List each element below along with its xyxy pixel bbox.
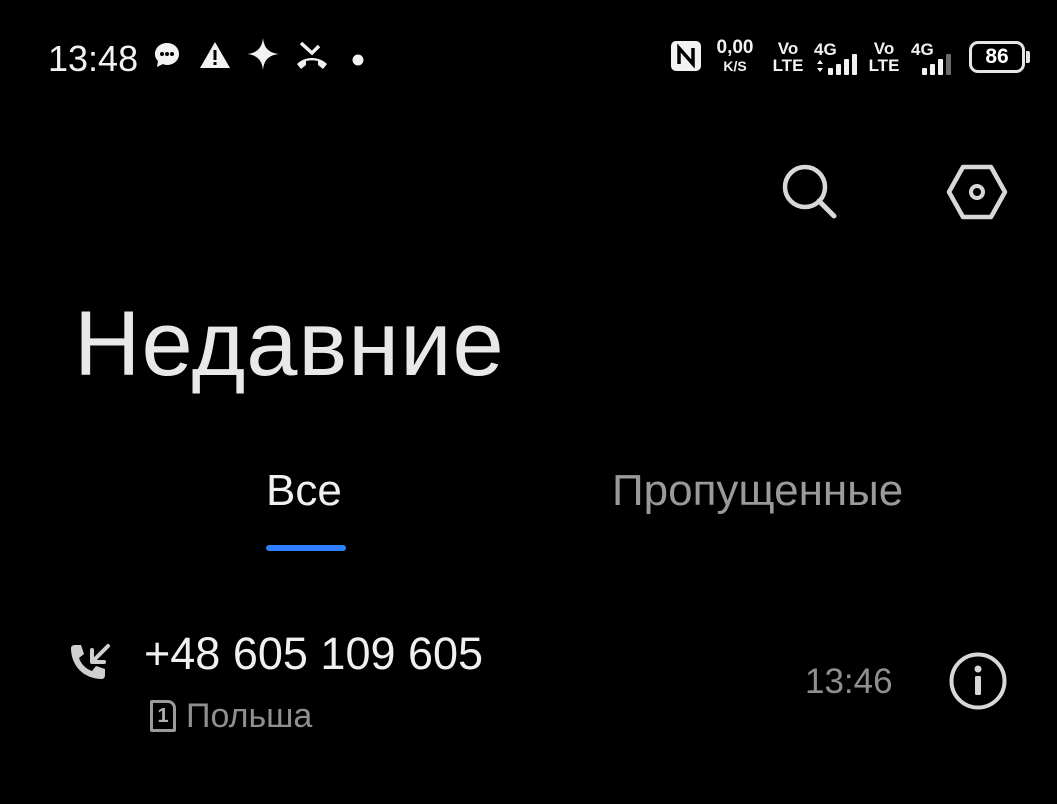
tab-active-indicator xyxy=(266,545,346,551)
status-clock: 13:48 xyxy=(48,38,139,79)
volte-indicator-1: Vo LTE xyxy=(772,40,804,74)
dot-icon xyxy=(352,53,364,71)
warning-icon xyxy=(199,40,231,75)
battery-icon: 86 xyxy=(969,41,1025,73)
info-icon[interactable] xyxy=(948,651,1008,716)
incoming-call-icon xyxy=(66,642,114,693)
nfc-icon xyxy=(670,40,702,77)
volte-top: Vo xyxy=(873,39,895,58)
signal-4g-1-icon xyxy=(814,54,860,81)
missed-call-icon xyxy=(295,40,329,77)
network-speed: 0,00 K/S xyxy=(714,38,756,73)
settings-icon[interactable] xyxy=(946,164,1008,225)
network-speed-value: 0,00 xyxy=(716,37,754,58)
sparkle-icon xyxy=(246,38,280,76)
sim-badge: 1 xyxy=(150,700,176,732)
page-title: Недавние xyxy=(74,293,505,395)
volte-indicator-2: Vo LTE xyxy=(868,40,900,74)
search-icon[interactable] xyxy=(780,162,838,225)
call-number: +48 605 109 605 xyxy=(144,628,484,679)
signal-4g-2-icon xyxy=(918,54,958,81)
volte-top: Vo xyxy=(777,39,799,58)
tab-all[interactable]: Все xyxy=(266,466,342,516)
tab-missed[interactable]: Пропущенные xyxy=(612,466,903,516)
chat-bubble-icon xyxy=(152,40,182,75)
volte-bottom: LTE xyxy=(772,56,804,75)
battery-tip xyxy=(1026,51,1030,63)
battery-level: 86 xyxy=(985,45,1009,68)
network-speed-unit: K/S xyxy=(723,58,747,74)
call-location: Польша xyxy=(186,697,313,735)
volte-bottom: LTE xyxy=(868,56,900,75)
call-time: 13:46 xyxy=(805,662,893,701)
